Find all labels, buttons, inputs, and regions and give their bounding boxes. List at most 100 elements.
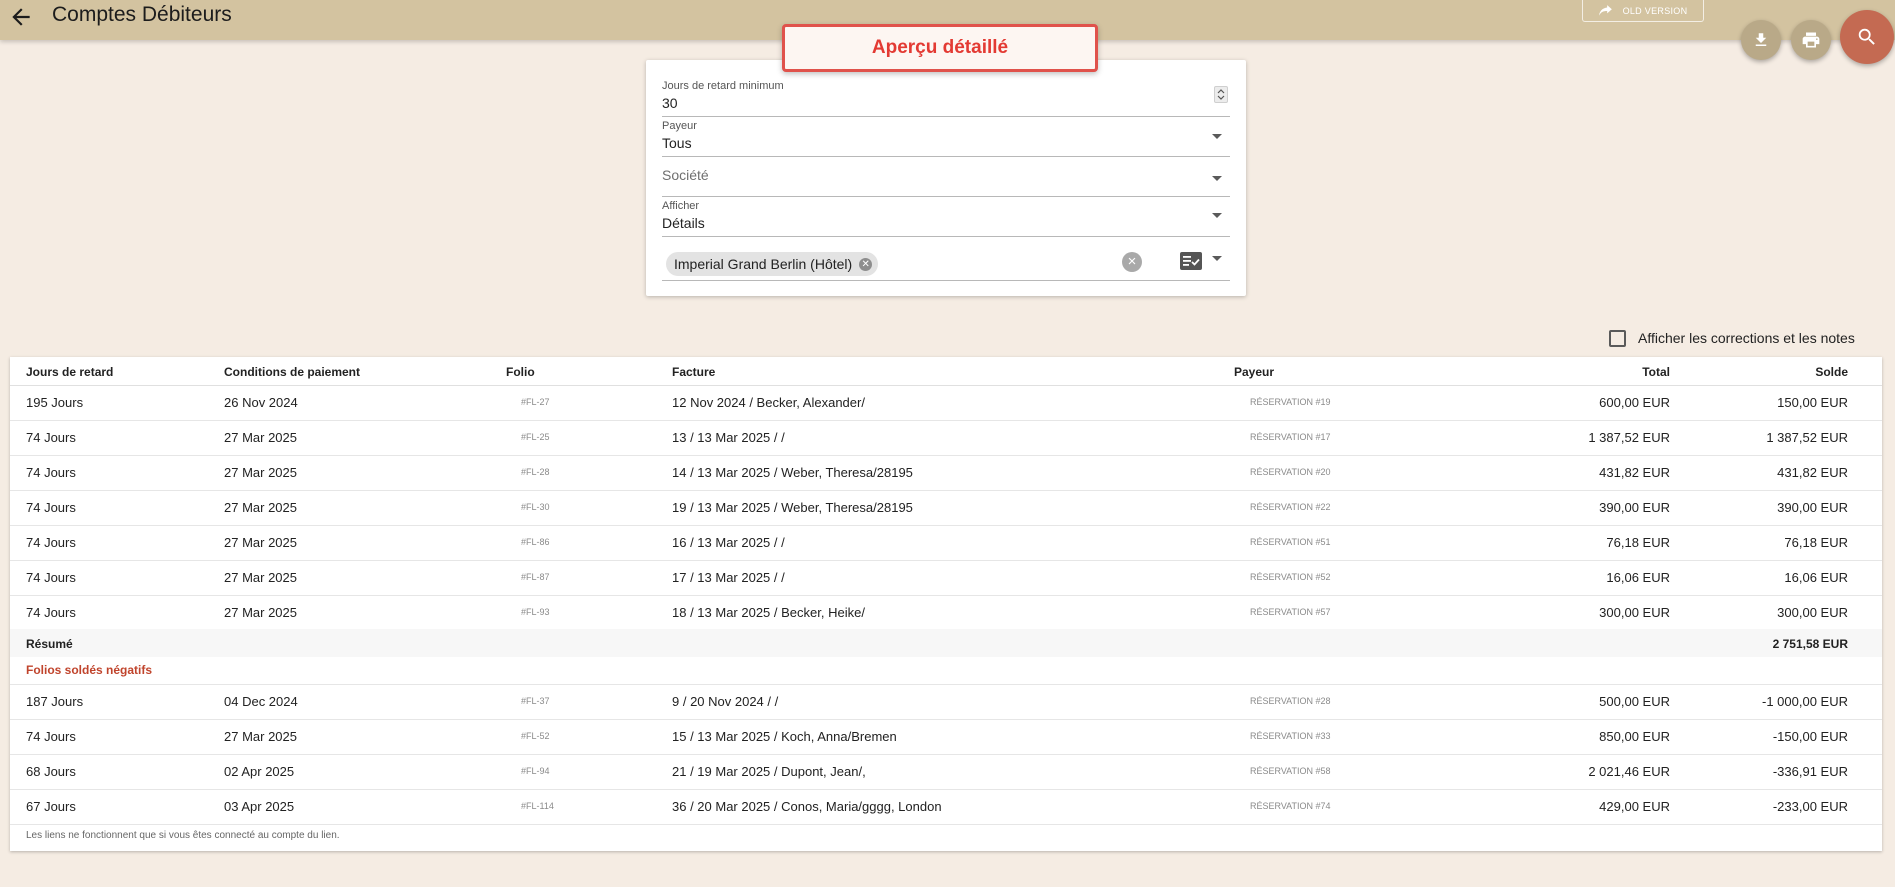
cell-total: 390,00 EUR <box>1599 500 1670 515</box>
number-spinner[interactable] <box>1214 86 1228 103</box>
cell-total: 431,82 EUR <box>1599 465 1670 480</box>
old-version-label: OLD VERSION <box>1622 5 1688 16</box>
cell-folio-link[interactable]: #FL-30 <box>521 502 550 512</box>
checklist-icon <box>1180 252 1202 270</box>
search-icon <box>1858 28 1875 45</box>
table-row[interactable]: 74 Jours 27 Mar 2025 #FL-87 17 / 13 Mar 202… <box>10 560 1882 596</box>
back-button[interactable] <box>8 4 34 30</box>
summary-total: 2 751,58 EUR <box>1772 637 1848 651</box>
cell-days: 68 Jours <box>26 764 76 779</box>
cell-folio-link[interactable]: #FL-25 <box>521 432 550 442</box>
select-all-button[interactable] <box>1180 252 1202 270</box>
printer-icon <box>1802 32 1820 48</box>
column-header-payer: Payeur <box>1234 365 1275 379</box>
cell-payer-link[interactable]: RÉSERVATION #74 <box>1250 801 1331 811</box>
old-version-button[interactable]: OLD VERSION <box>1582 0 1704 22</box>
cell-invoice-link[interactable]: 21 / 19 Mar 2025 / Dupont, Jean/, <box>672 764 866 779</box>
cell-payer-link[interactable]: RÉSERVATION #17 <box>1250 432 1331 442</box>
cell-days: 187 Jours <box>26 694 84 709</box>
payer-select[interactable]: Payeur Tous <box>662 118 1230 157</box>
property-chip-label: Imperial Grand Berlin (Hôtel) <box>674 256 853 272</box>
cell-terms: 27 Mar 2025 <box>224 465 297 480</box>
cell-days: 74 Jours <box>26 430 76 445</box>
display-label: Afficher <box>662 200 700 212</box>
chevron-down-icon <box>1212 134 1222 139</box>
print-button[interactable] <box>1791 20 1831 60</box>
cell-folio-link[interactable]: #FL-52 <box>521 731 550 741</box>
display-value: Détails <box>662 215 705 231</box>
cell-days: 74 Jours <box>26 535 76 550</box>
show-notes-checkbox[interactable] <box>1609 329 1626 347</box>
cell-invoice-link[interactable]: 12 Nov 2024 / Becker, Alexander/ <box>672 395 865 410</box>
up-down-chevron-icon <box>1217 89 1225 100</box>
display-select[interactable]: Afficher Détails <box>662 198 1230 237</box>
cell-balance: 16,06 EUR <box>1784 570 1848 585</box>
cell-payer-link[interactable]: RÉSERVATION #28 <box>1250 696 1331 706</box>
cell-folio-link[interactable]: #FL-93 <box>521 607 550 617</box>
arrow-left-icon <box>12 8 30 26</box>
min-days-label: Jours de retard minimum <box>662 80 784 92</box>
cell-folio-link[interactable]: #FL-37 <box>521 696 550 706</box>
table-row[interactable]: 74 Jours 27 Mar 2025 #FL-86 16 / 13 Mar 202… <box>10 525 1882 561</box>
table-row[interactable]: 187 Jours 04 Dec 2024 #FL-37 9 / 20 Nov 202… <box>10 684 1882 720</box>
close-circle-icon[interactable]: ✕ <box>859 258 873 271</box>
cell-total: 500,00 EUR <box>1599 694 1670 709</box>
cell-folio-link[interactable]: #FL-28 <box>521 467 550 477</box>
column-header-balance: Solde <box>1815 365 1848 379</box>
search-button[interactable] <box>1840 10 1894 64</box>
cell-balance: 1 387,52 EUR <box>1766 430 1848 445</box>
cell-terms: 27 Mar 2025 <box>224 605 297 620</box>
cell-invoice-link[interactable]: 16 / 13 Mar 2025 / / <box>672 535 785 550</box>
table-row[interactable]: 74 Jours 27 Mar 2025 #FL-30 19 / 13 Mar 202… <box>10 490 1882 526</box>
filter-panel: Jours de retard minimum 30 Payeur Tous S… <box>646 60 1246 296</box>
company-select[interactable]: Société <box>662 158 1230 197</box>
cell-payer-link[interactable]: RÉSERVATION #19 <box>1250 397 1331 407</box>
company-placeholder: Société <box>662 167 709 183</box>
cell-payer-link[interactable]: RÉSERVATION #57 <box>1250 607 1331 617</box>
cell-days: 74 Jours <box>26 729 76 744</box>
cell-folio-link[interactable]: #FL-27 <box>521 397 550 407</box>
download-button[interactable] <box>1741 20 1781 60</box>
cell-folio-link[interactable]: #FL-114 <box>521 801 554 811</box>
cell-payer-link[interactable]: RÉSERVATION #20 <box>1250 467 1331 477</box>
cell-invoice-link[interactable]: 14 / 13 Mar 2025 / Weber, Theresa/28195 <box>672 465 913 480</box>
cell-payer-link[interactable]: RÉSERVATION #52 <box>1250 572 1331 582</box>
cell-days: 74 Jours <box>26 500 76 515</box>
table-row[interactable]: 74 Jours 27 Mar 2025 #FL-93 18 / 13 Mar 202… <box>10 595 1882 631</box>
cell-invoice-link[interactable]: 9 / 20 Nov 2024 / / <box>672 694 778 709</box>
payer-value: Tous <box>662 135 692 151</box>
cell-days: 74 Jours <box>26 605 76 620</box>
cell-days: 195 Jours <box>26 395 84 410</box>
cell-payer-link[interactable]: RÉSERVATION #58 <box>1250 766 1331 776</box>
table-row[interactable]: 74 Jours 27 Mar 2025 #FL-28 14 / 13 Mar 202… <box>10 455 1882 491</box>
clear-selection-button[interactable]: × <box>1122 252 1142 272</box>
cell-invoice-link[interactable]: 15 / 13 Mar 2025 / Koch, Anna/Bremen <box>672 729 897 744</box>
cell-payer-link[interactable]: RÉSERVATION #33 <box>1250 731 1331 741</box>
cell-invoice-link[interactable]: 36 / 20 Mar 2025 / Conos, Maria/gggg, Lo… <box>672 799 942 814</box>
cell-payer-link[interactable]: RÉSERVATION #51 <box>1250 537 1331 547</box>
cell-folio-link[interactable]: #FL-94 <box>521 766 550 776</box>
table-row[interactable]: 68 Jours 02 Apr 2025 #FL-94 21 / 19 Mar 202… <box>10 754 1882 790</box>
table-row[interactable]: 74 Jours 27 Mar 2025 #FL-52 15 / 13 Mar 202… <box>10 719 1882 755</box>
cell-terms: 03 Apr 2025 <box>224 799 295 814</box>
cell-invoice-link[interactable]: 19 / 13 Mar 2025 / Weber, Theresa/28195 <box>672 500 913 515</box>
cell-total: 2 021,46 EUR <box>1588 764 1670 779</box>
cell-folio-link[interactable]: #FL-87 <box>521 572 550 582</box>
table-row[interactable]: 74 Jours 27 Mar 2025 #FL-25 13 / 13 Mar 202… <box>10 420 1882 456</box>
cell-invoice-link[interactable]: 13 / 13 Mar 2025 / / <box>672 430 785 445</box>
cell-days: 74 Jours <box>26 465 76 480</box>
min-days-field[interactable]: Jours de retard minimum 30 <box>662 78 1230 117</box>
show-notes-toggle[interactable]: Afficher les corrections et les notes <box>1609 328 1855 348</box>
cell-invoice-link[interactable]: 17 / 13 Mar 2025 / / <box>672 570 785 585</box>
property-multiselect[interactable]: Imperial Grand Berlin (Hôtel) ✕ × <box>662 238 1230 281</box>
cell-folio-link[interactable]: #FL-86 <box>521 537 550 547</box>
cell-terms: 27 Mar 2025 <box>224 535 297 550</box>
cell-terms: 26 Nov 2024 <box>224 395 298 410</box>
column-header-total: Total <box>1642 365 1670 379</box>
table-row[interactable]: 67 Jours 03 Apr 2025 #FL-114 36 / 20 Mar 20… <box>10 789 1882 825</box>
cell-invoice-link[interactable]: 18 / 13 Mar 2025 / Becker, Heike/ <box>672 605 865 620</box>
table-row[interactable]: 195 Jours 26 Nov 2024 #FL-27 12 Nov 2024 / … <box>10 385 1882 421</box>
cell-payer-link[interactable]: RÉSERVATION #22 <box>1250 502 1331 512</box>
min-days-value[interactable]: 30 <box>662 95 678 111</box>
chevron-down-icon <box>1212 256 1222 261</box>
